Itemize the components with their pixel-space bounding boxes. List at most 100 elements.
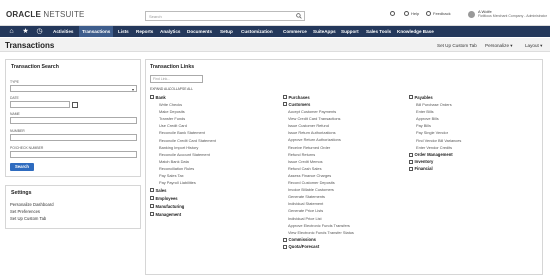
home-icon[interactable]: ⌂ (8, 28, 15, 35)
bank-link[interactable]: Transfer Funds (159, 116, 185, 121)
user-role: Fictitious Merchant Company - Administra… (478, 14, 547, 18)
section-financial[interactable]: Financial (409, 166, 433, 171)
section-employees[interactable]: Employees (150, 196, 178, 201)
nav-sales-tools[interactable]: Sales Tools (363, 26, 394, 37)
collapse-all-link[interactable]: COLLAPSE ALL (169, 87, 193, 91)
feedback-link[interactable]: Feedback (426, 11, 451, 17)
po-check-input[interactable] (10, 151, 137, 158)
bank-link[interactable]: Reconcile Credit Card Statement (159, 138, 216, 143)
customers-link[interactable]: Issue Credit Memos (288, 159, 323, 164)
date-input[interactable] (10, 101, 70, 108)
nav-support[interactable]: Support (338, 26, 362, 37)
bank-link[interactable]: Reconcile Bank Statement (159, 130, 205, 135)
nav-lists[interactable]: Lists (115, 26, 132, 37)
recent-icon[interactable]: ◷ (36, 28, 43, 35)
customers-link[interactable]: Assess Finance Charges (288, 173, 331, 178)
payables-link[interactable]: Approve Bills (416, 116, 439, 121)
setup-custom-tab-link[interactable]: Set Up Custom Tab (10, 216, 46, 221)
personalize-dashboard-link[interactable]: Personalize Dashboard (10, 202, 54, 207)
section-purchases[interactable]: Purchases (283, 95, 310, 100)
customers-link[interactable]: View Credit Card Transactions (288, 116, 340, 121)
section-inventory[interactable]: Inventory (409, 159, 433, 164)
collapse-icon (409, 95, 413, 100)
customers-link[interactable]: Generate Price Lists (288, 208, 323, 213)
customers-link[interactable]: Generate Statements (288, 194, 325, 199)
global-search-input[interactable]: Search (145, 11, 305, 21)
transaction-links-panel: Transaction Links Find Link... EXPAND AL… (145, 59, 543, 275)
nav-commerce[interactable]: Commerce (280, 26, 310, 37)
date-label: DATE (10, 96, 19, 100)
help-link[interactable]: Help (404, 11, 419, 17)
panel-title: Transaction Search (11, 64, 59, 70)
star-icon[interactable]: ★ (22, 28, 29, 35)
customers-link[interactable]: Accept Customer Payments (288, 109, 336, 114)
bank-link[interactable]: Banking Import History (159, 145, 198, 150)
nav-activities[interactable]: Activities (50, 26, 76, 37)
bank-link[interactable]: Match Bank Data (159, 159, 189, 164)
section-quota-forecast[interactable]: Quota/Forecast (283, 244, 319, 249)
feedback-icon (426, 11, 431, 17)
main-nav: ⌂ ★ ◷ Activities Transactions Lists Repo… (0, 26, 550, 37)
customers-link[interactable]: Invoice Billable Customers (288, 187, 334, 192)
netsuite-logo[interactable]: ORACLE NETSUITE (6, 10, 85, 19)
type-select[interactable]: ▾ (10, 85, 137, 92)
customers-link[interactable]: Individual Statement (288, 201, 323, 206)
customers-link[interactable]: View Electronic Funds Transfer Status (288, 230, 354, 235)
search-icon[interactable] (296, 13, 302, 19)
customers-link[interactable]: Refund Returns (288, 152, 315, 157)
nav-transactions[interactable]: Transactions (79, 26, 114, 37)
payables-link[interactable]: Enter Vendor Credits (416, 145, 452, 150)
section-management[interactable]: Management (150, 212, 181, 217)
customers-link[interactable]: Approve Return Authorizations (288, 137, 341, 142)
bank-link[interactable]: Reconcile Account Statement (159, 152, 210, 157)
personalize-link[interactable]: Personalize ▾ (485, 43, 513, 49)
payables-link[interactable]: Bill Purchase Orders (416, 102, 452, 107)
recent-records-icon[interactable] (390, 11, 397, 17)
nav-setup[interactable]: Setup (217, 26, 236, 37)
customers-link[interactable]: Individual Price List (288, 216, 322, 221)
payables-link[interactable]: Pay Single Vendor (416, 130, 448, 135)
avatar[interactable] (468, 11, 475, 18)
customers-link[interactable]: Refund Cash Sales (288, 166, 322, 171)
customers-link[interactable]: Issue Return Authorizations (288, 130, 336, 135)
section-commissions[interactable]: Commissions (283, 237, 316, 242)
search-button[interactable]: Search (10, 163, 34, 171)
nav-documents[interactable]: Documents (184, 26, 215, 37)
section-order-management[interactable]: Order Management (409, 152, 453, 157)
section-manufacturing[interactable]: Manufacturing (150, 204, 184, 209)
setup-custom-tab-link[interactable]: Set Up Custom Tab (437, 43, 477, 48)
number-input[interactable] (10, 134, 137, 141)
nav-knowledge-base[interactable]: Knowledge Base (394, 26, 437, 37)
nav-reports[interactable]: Reports (133, 26, 156, 37)
name-label: NAME (10, 112, 20, 116)
nav-analytics[interactable]: Analytics (157, 26, 183, 37)
calendar-icon[interactable] (72, 102, 78, 108)
bank-link[interactable]: Write Checks (159, 102, 182, 107)
payables-link[interactable]: Find Vendor Bill Variances (416, 138, 461, 143)
section-customers[interactable]: Customers (283, 102, 310, 107)
bank-link[interactable]: Pay Sales Tax (159, 173, 184, 178)
customers-link[interactable]: Receive Returned Order (288, 145, 330, 150)
expand-icon (150, 196, 154, 201)
nav-suiteapps[interactable]: SuiteApps (310, 26, 339, 37)
section-bank[interactable]: Bank (150, 95, 166, 100)
user-menu[interactable]: A Wolfe Fictitious Merchant Company - Ad… (478, 9, 547, 19)
section-sales[interactable]: Sales (150, 188, 166, 193)
bank-link[interactable]: Make Deposits (159, 109, 185, 114)
expand-all-link[interactable]: EXPAND ALL (150, 87, 170, 91)
customers-link[interactable]: Issue Customer Refund (288, 123, 329, 128)
payables-link[interactable]: Pay Bills (416, 123, 431, 128)
nav-customization[interactable]: Customization (238, 26, 276, 37)
expand-icon (409, 166, 413, 171)
bank-link[interactable]: Pay Payroll Liabilities (159, 180, 196, 185)
bank-link[interactable]: Reconciliation Rules (159, 166, 194, 171)
customers-link[interactable]: Record Customer Deposits (288, 180, 335, 185)
bank-link[interactable]: Use Credit Card (159, 123, 187, 128)
payables-link[interactable]: Enter Bills (416, 109, 434, 114)
section-payables[interactable]: Payables (409, 95, 433, 100)
layout-link[interactable]: Layout ▾ (525, 43, 542, 49)
find-link-input[interactable]: Find Link... (150, 75, 203, 83)
set-preferences-link[interactable]: Set Preferences (10, 209, 40, 214)
name-input[interactable] (10, 117, 137, 124)
customers-link[interactable]: Approve Electronic Funds Transfers (288, 223, 350, 228)
